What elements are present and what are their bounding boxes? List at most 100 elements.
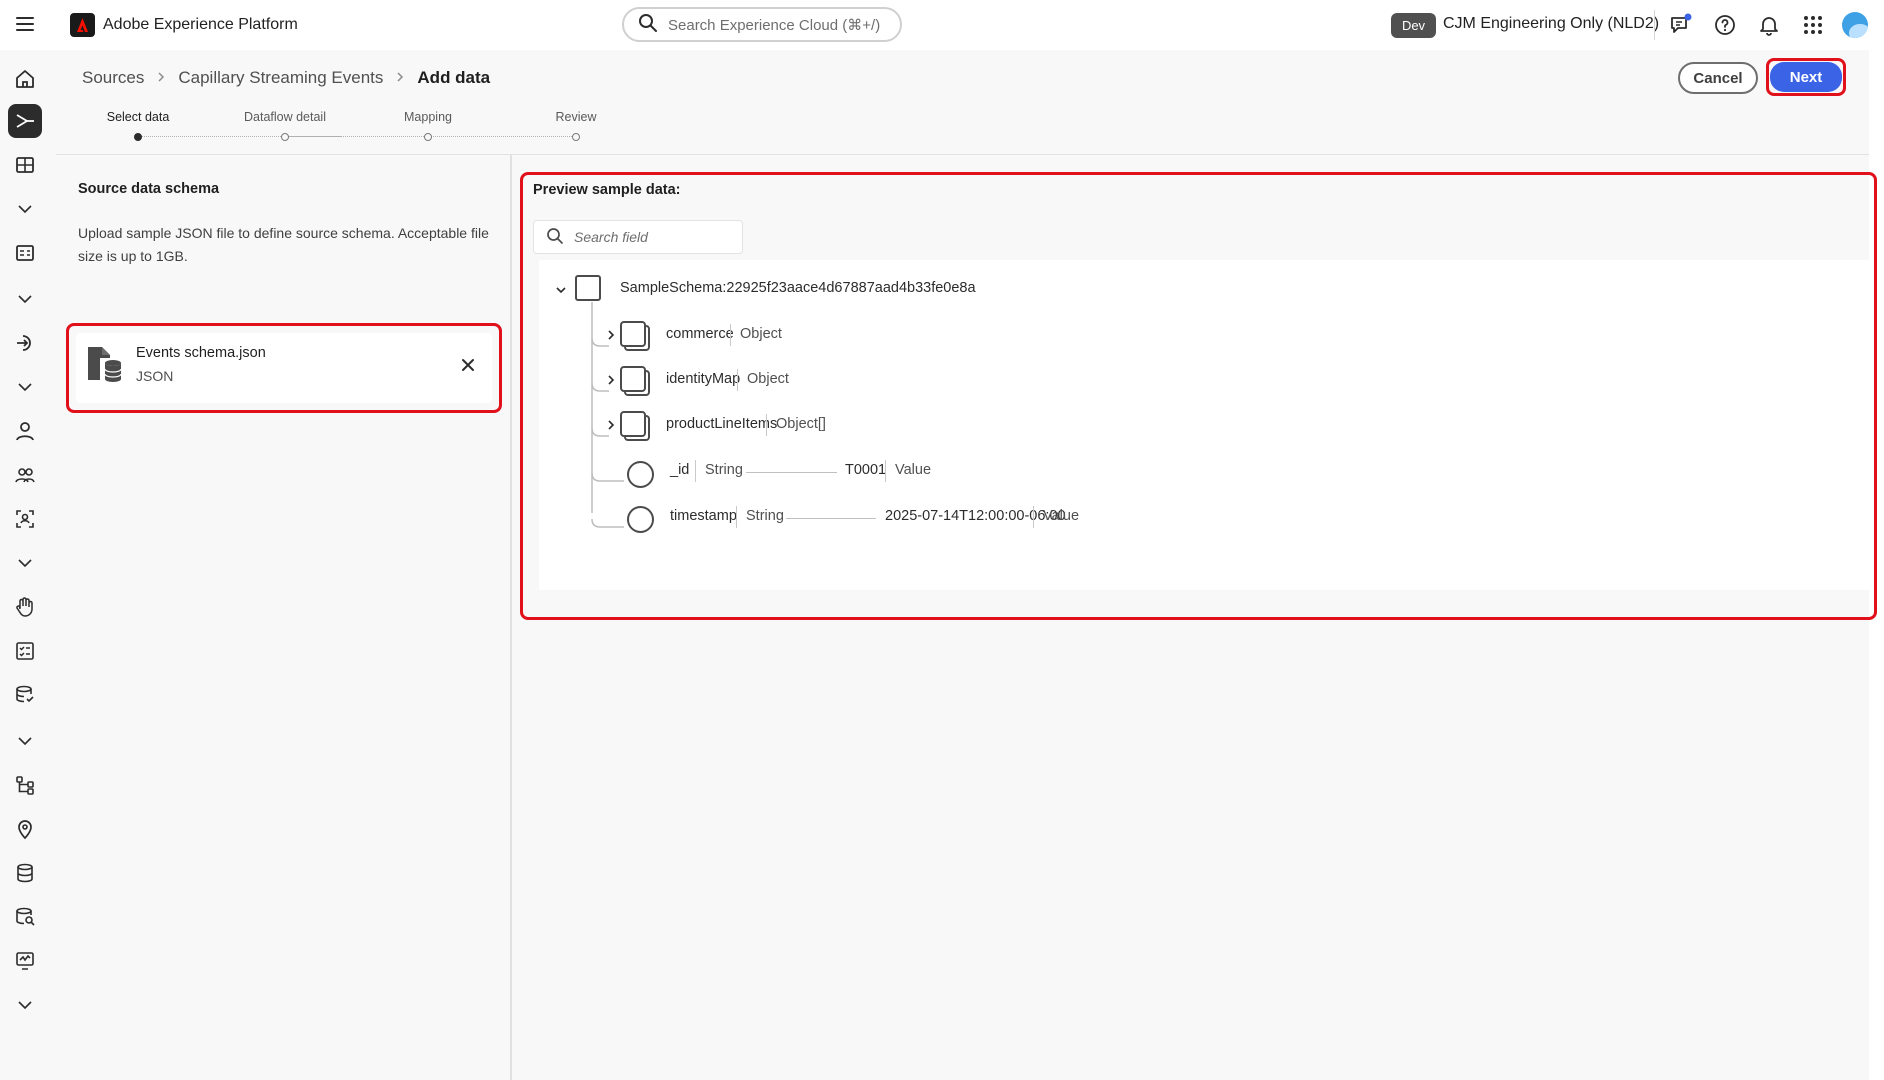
location-icon[interactable]: [8, 812, 42, 846]
separator: [766, 414, 767, 436]
value-connector: [786, 518, 876, 519]
chevron-down-icon[interactable]: [8, 724, 42, 758]
identities-icon[interactable]: [8, 502, 42, 536]
app-switcher-icon[interactable]: [1800, 12, 1826, 38]
step-dot: [572, 133, 580, 141]
chevron-down-icon[interactable]: [8, 988, 42, 1022]
chevron-right-icon: [156, 70, 166, 86]
app-title: Adobe Experience Platform: [103, 16, 298, 33]
uploaded-file-highlight: Events schema.json JSON: [66, 323, 502, 413]
step-connector: [428, 136, 574, 137]
uploaded-file-card: Events schema.json JSON: [76, 333, 492, 403]
schemas-icon[interactable]: [8, 678, 42, 712]
chevron-down-icon[interactable]: [8, 192, 42, 226]
breadcrumb: Sources Capillary Streaming Events Add d…: [82, 68, 490, 88]
panel-divider: [510, 155, 512, 1080]
help-icon[interactable]: [1712, 12, 1738, 38]
field-type: String: [705, 462, 743, 478]
step-dot-active: [134, 133, 142, 141]
field-value: T0001: [845, 462, 887, 478]
chevron-down-icon[interactable]: [8, 370, 42, 404]
main-content: Sources Capillary Streaming Events Add d…: [56, 50, 1884, 1080]
step-connector: [285, 136, 426, 137]
field-type: Object: [740, 326, 782, 342]
queries-icon[interactable]: [8, 236, 42, 270]
field-name: identityMap: [666, 371, 741, 387]
separator: [737, 369, 738, 391]
data-governance-icon[interactable]: [8, 900, 42, 934]
field-search-placeholder: Search field: [574, 229, 648, 245]
expand-chevron-icon[interactable]: [605, 373, 617, 389]
journeys-icon[interactable]: [8, 634, 42, 668]
consent-icon[interactable]: [8, 590, 42, 624]
panel-description: Upload sample JSON file to define source…: [78, 225, 489, 264]
menu-icon[interactable]: [14, 13, 36, 35]
value-connector: [746, 472, 837, 473]
panel-title: Source data schema: [78, 181, 220, 197]
string-field-icon: [627, 461, 654, 488]
org-switcher[interactable]: CJM Engineering Only (NLD2): [1443, 15, 1659, 33]
field-search-input[interactable]: Search field: [533, 220, 743, 254]
schema-tree: SampleSchema:22925f23aace4d67887aad4b33f…: [539, 260, 1869, 590]
value-label: Value: [1043, 508, 1080, 524]
step-dot: [281, 133, 289, 141]
separator: [736, 506, 737, 528]
user-avatar[interactable]: [1842, 12, 1868, 38]
monitoring-icon[interactable]: [8, 944, 42, 978]
breadcrumb-current: Add data: [417, 68, 491, 87]
home-icon[interactable]: [8, 62, 42, 96]
feedback-icon[interactable]: [1668, 12, 1694, 38]
field-value: 2025-07-14T12:00:00-06:00: [885, 508, 1066, 524]
divider: [1654, 10, 1655, 40]
destinations-icon[interactable]: [8, 768, 42, 802]
expand-chevron-icon[interactable]: [605, 328, 617, 344]
sources-icon[interactable]: [8, 104, 42, 138]
expand-chevron-icon[interactable]: [605, 418, 617, 434]
brand[interactable]: Adobe Experience Platform: [70, 13, 298, 37]
workflows-icon[interactable]: [8, 326, 42, 360]
string-field-icon: [627, 506, 654, 533]
collapse-chevron-icon[interactable]: [555, 283, 567, 299]
step-dot: [424, 133, 432, 141]
field-type: Object: [747, 371, 789, 387]
step-select-data: Select data: [106, 110, 170, 124]
separator: [885, 460, 886, 482]
next-button[interactable]: Next: [1770, 62, 1842, 92]
field-name: timestamp: [670, 508, 737, 524]
search-icon: [546, 227, 564, 248]
environment-badge[interactable]: Dev: [1391, 13, 1436, 38]
notifications-icon[interactable]: [1756, 12, 1782, 38]
audiences-icon[interactable]: [8, 458, 42, 492]
file-type: JSON: [136, 368, 174, 384]
next-button-highlight: Next: [1766, 58, 1846, 96]
adobe-logo: [70, 13, 95, 37]
global-search-input[interactable]: Search Experience Cloud (⌘+/): [622, 7, 902, 42]
preview-title: Preview sample data:: [533, 182, 681, 198]
field-name: productLineItems: [666, 416, 778, 432]
profile-icon[interactable]: [8, 414, 42, 448]
remove-file-icon[interactable]: [458, 355, 478, 375]
separator: [1033, 506, 1034, 528]
dashboards-icon[interactable]: [8, 148, 42, 182]
breadcrumb-sources[interactable]: Sources: [82, 68, 144, 88]
source-schema-panel: Source data schema Upload sample JSON fi…: [56, 155, 510, 1080]
search-icon: [638, 13, 658, 37]
field-name: _id: [670, 462, 690, 478]
json-file-icon: [86, 344, 122, 387]
separator: [730, 324, 731, 346]
step-dataflow-detail: Dataflow detail: [244, 110, 326, 124]
separator: [695, 460, 696, 482]
search-placeholder: Search Experience Cloud (⌘+/): [668, 16, 881, 34]
workflow-page: Sources Capillary Streaming Events Add d…: [56, 50, 1877, 1080]
object-field-icon: [619, 365, 651, 400]
chevron-down-icon[interactable]: [8, 282, 42, 316]
cancel-button[interactable]: Cancel: [1678, 62, 1758, 94]
chevron-down-icon[interactable]: [8, 546, 42, 580]
field-name: commerce: [666, 326, 734, 342]
root-object-icon: [575, 275, 601, 301]
value-label: Value: [895, 462, 932, 478]
breadcrumb-source[interactable]: Capillary Streaming Events: [178, 68, 383, 88]
datasets-icon[interactable]: [8, 856, 42, 890]
left-nav-rail: [0, 50, 50, 1080]
field-type: String: [746, 508, 784, 524]
